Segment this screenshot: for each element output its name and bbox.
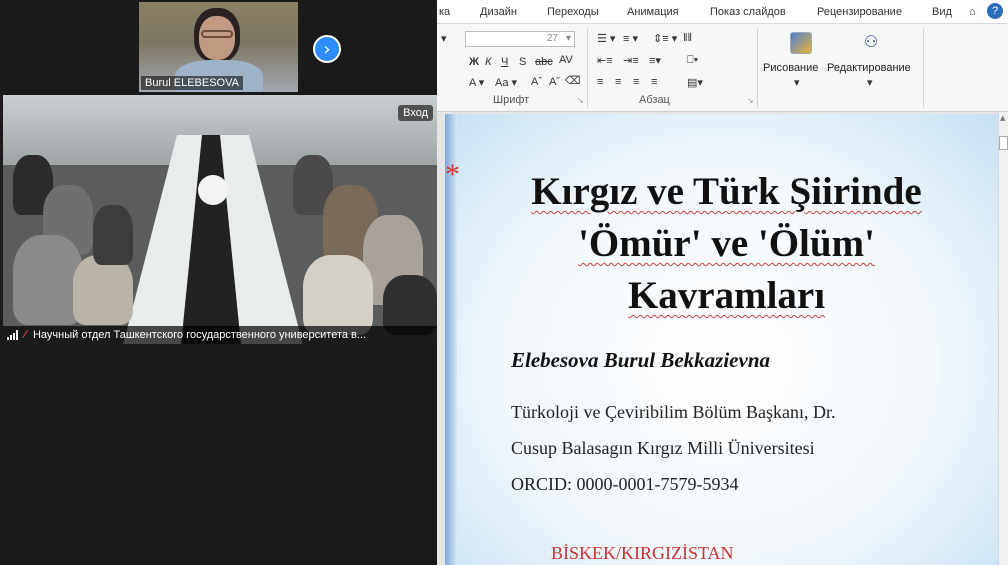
increase-indent-icon[interactable]: ⇥≡ (623, 54, 639, 67)
drawing-button[interactable]: Рисование (763, 62, 818, 74)
conference-room-video-tile[interactable]: Вход ∕ Научный отдел Ташкентского госуда… (3, 95, 437, 344)
tab-design[interactable]: Дизайн (480, 6, 517, 18)
align-left-icon[interactable]: ≡ (597, 76, 603, 88)
ribbon-tab-bar: ка Дизайн Переходы Анимация Показ слайдо… (437, 0, 1008, 24)
strikethrough-icon[interactable]: abc (535, 56, 553, 68)
line-spacing-icon[interactable]: ⇕≡ ▾ (653, 32, 677, 45)
slide-title[interactable]: Kırgız ve Türk Şiirinde 'Ömür' ve 'Ölüm'… (459, 166, 994, 322)
binoculars-icon[interactable]: ⚇ (860, 32, 882, 54)
bullets-icon[interactable]: ☰ ▾ (597, 32, 615, 45)
slide[interactable]: * Kırgız ve Türk Şiirinde 'Ömür' ve 'Ölü… (445, 114, 998, 565)
italic-icon[interactable]: К (485, 56, 491, 68)
grow-font-icon[interactable]: Aˆ (531, 76, 542, 88)
font-color-icon[interactable]: A ▾ (469, 76, 484, 89)
paragraph-dialog-launcher-icon[interactable]: ↘ (747, 96, 754, 105)
character-spacing-icon[interactable]: AV (559, 54, 573, 66)
participant-name-label: Burul ELEBESOVA (141, 76, 243, 90)
scroll-up-icon[interactable]: ▲ (1000, 114, 1007, 122)
align-text-icon[interactable]: ⎕▾ (687, 54, 698, 67)
next-page-button[interactable]: › (313, 35, 341, 63)
ribbon-divider (587, 28, 588, 108)
font-dialog-launcher-icon[interactable]: ↘ (577, 96, 584, 105)
slide-editing-area[interactable]: * Kırgız ve Türk Şiirinde 'Ömür' ve 'Ölü… (437, 112, 1008, 565)
vertical-scrollbar[interactable]: ▲ (998, 112, 1008, 565)
flower-arrangement (198, 175, 228, 205)
tab-review[interactable]: Рецензирование (817, 6, 902, 18)
bold-icon[interactable]: Ж (469, 56, 479, 68)
title-line: Kavramları (627, 274, 826, 317)
powerpoint-window: ка Дизайн Переходы Анимация Показ слайдо… (437, 0, 1008, 565)
title-line: Kırgız ve Türk Şiirinde (531, 170, 922, 213)
tab-view[interactable]: Вид (932, 6, 952, 18)
chevron-down-icon: ▾ (867, 77, 873, 89)
minimize-ribbon-icon[interactable]: ⌂ (969, 6, 976, 18)
muted-mic-icon: ∕ (24, 329, 26, 341)
smartart-icon[interactable]: ▤▾ (687, 76, 703, 89)
columns-icon[interactable]: ‖‖ (683, 32, 692, 44)
paragraph-group-label: Абзац (639, 94, 670, 106)
clear-formatting-icon[interactable]: ⌫ (565, 74, 581, 87)
participant-glasses (201, 30, 233, 38)
screen: Burul ELEBESOVA › Вход ∕ Научный отдел Т… (0, 0, 1008, 565)
room-participant-name-bar: ∕ Научный отдел Ташкентского государстве… (3, 326, 437, 344)
slide-city[interactable]: BİSKEK/KIRGIZİSTAN (551, 543, 734, 564)
font-dropdown-icon[interactable]: ▾ (441, 32, 447, 45)
chevron-down-icon: ▾ (565, 33, 571, 44)
shadow-icon[interactable]: S (519, 56, 526, 68)
ribbon: 27 ▾ ▾ Ж К Ч S abc AV A ▾ Aa ▾ Aˆ Aˇ ⌫ Ш… (437, 24, 1008, 112)
attendee (73, 255, 133, 325)
font-size-value: 27 (546, 33, 558, 44)
text-direction-icon[interactable]: ≡▾ (649, 54, 661, 67)
title-bullet: * (445, 158, 460, 191)
author-orcid[interactable]: ORCID: 0000-0001-7579-5934 (511, 474, 739, 495)
drawing-shapes-icon[interactable] (790, 32, 812, 54)
tab-transitions[interactable]: Переходы (547, 6, 599, 18)
author-university[interactable]: Cusup Balasagın Kırgız Milli Üniversites… (511, 438, 815, 459)
tab-insert-partial[interactable]: ка (439, 6, 450, 18)
attendee (303, 255, 373, 335)
shrink-font-icon[interactable]: Aˇ (549, 76, 560, 88)
self-video-tile[interactable]: Burul ELEBESOVA (139, 2, 298, 92)
underline-icon[interactable]: Ч (501, 56, 508, 68)
language-interpretation-button[interactable]: Вход (398, 105, 433, 121)
slide-author[interactable]: Elebesova Burul Bekkazievna (511, 348, 770, 373)
author-position[interactable]: Türkoloji ve Çeviribilim Bölüm Başkanı, … (511, 402, 835, 423)
scrollbar-thumb[interactable] (999, 136, 1008, 150)
font-size-box[interactable]: 27 ▾ (465, 31, 575, 47)
editing-button[interactable]: Редактирование (827, 62, 911, 74)
participant-face (199, 16, 235, 60)
attendee (93, 205, 133, 265)
room-participant-name: Научный отдел Ташкентского государственн… (32, 329, 367, 341)
font-group-label: Шрифт (493, 94, 530, 106)
decrease-indent-icon[interactable]: ⇤≡ (597, 54, 613, 67)
align-center-icon[interactable]: ≡ (615, 76, 621, 88)
tab-slide-show[interactable]: Показ слайдов (710, 6, 786, 18)
ribbon-divider (923, 28, 924, 108)
ribbon-divider (757, 28, 758, 108)
justify-icon[interactable]: ≡ (651, 76, 657, 88)
numbering-icon[interactable]: ≡ ▾ (623, 32, 638, 45)
change-case-icon[interactable]: Aa ▾ (495, 76, 517, 89)
align-right-icon[interactable]: ≡ (633, 76, 639, 88)
zoom-video-panel: Burul ELEBESOVA › Вход ∕ Научный отдел Т… (0, 0, 437, 565)
help-icon[interactable]: ? (987, 3, 1003, 19)
title-line: 'Ömür' ve 'Ölüm' (578, 222, 875, 265)
signal-strength-icon (7, 330, 18, 341)
chevron-down-icon: ▾ (794, 77, 800, 89)
tab-animations[interactable]: Анимация (627, 6, 679, 18)
